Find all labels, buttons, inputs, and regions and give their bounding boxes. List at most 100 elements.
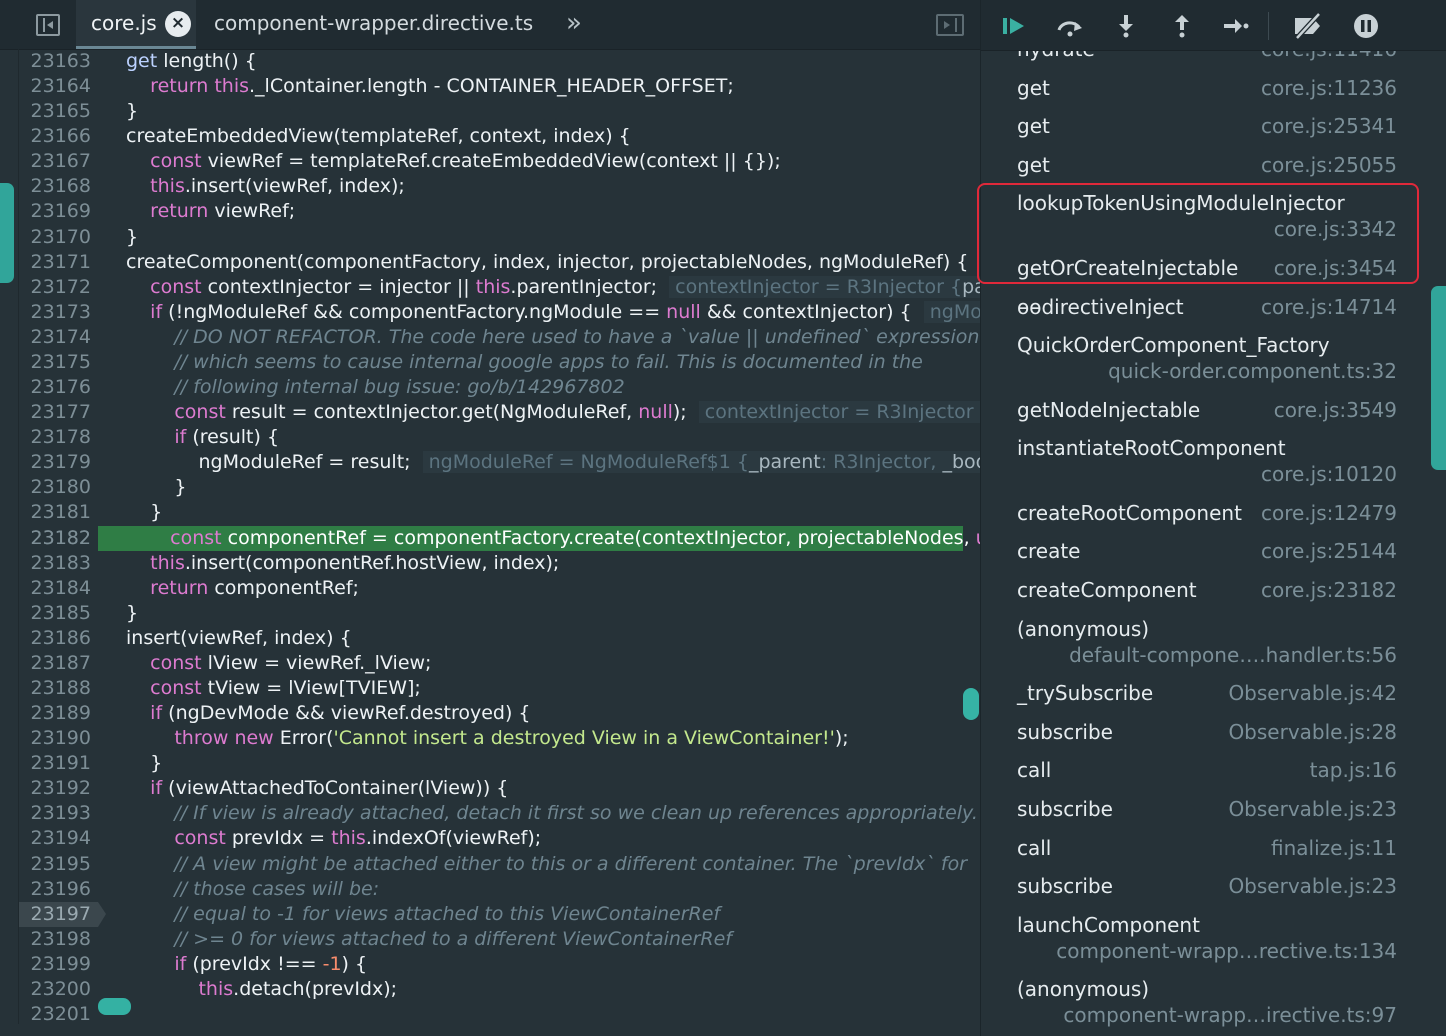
- line-number[interactable]: 23177: [0, 400, 91, 425]
- sidebar-toggle-icon[interactable]: [36, 14, 60, 36]
- frame-location-link[interactable]: core.js:25341: [1261, 114, 1397, 138]
- code-line[interactable]: 23194 const prevIdx = this.indexOf(viewR…: [0, 826, 980, 851]
- line-number[interactable]: 23197: [0, 902, 91, 927]
- call-stack-frame[interactable]: ɵɵdirectiveInject core.js:14714: [981, 295, 1421, 329]
- resume-icon[interactable]: [999, 12, 1029, 40]
- frame-location-link[interactable]: core.js:10120: [1261, 462, 1397, 486]
- line-number[interactable]: 23196: [0, 877, 91, 902]
- tab-component-wrapper[interactable]: component-wrapper.directive.ts: [214, 0, 533, 49]
- call-stack-frame[interactable]: _trySubscribe Observable.js:42: [981, 681, 1421, 715]
- code-line[interactable]: 23173 if (!ngModuleRef && componentFacto…: [0, 300, 980, 325]
- line-number[interactable]: 23166: [0, 124, 91, 149]
- call-stack-frame[interactable]: (anonymous) component-wrapp…irective.ts:9…: [981, 977, 1421, 1036]
- call-stack-scrollbar-thumb[interactable]: [1431, 286, 1446, 470]
- call-stack-frame[interactable]: instantiateRootComponent core.js:10120: [981, 436, 1421, 496]
- call-stack-frame[interactable]: QuickOrderComponent_Factory quick-order.c…: [981, 333, 1421, 393]
- code-line[interactable]: 23171 createComponent(componentFactory, i…: [0, 250, 980, 275]
- code-line[interactable]: 23195 // A view might be attached either…: [0, 852, 980, 877]
- line-number[interactable]: 23163: [0, 49, 91, 74]
- line-number[interactable]: 23184: [0, 576, 91, 601]
- code-line[interactable]: 23190 throw new Error('Cannot insert a d…: [0, 726, 980, 751]
- line-number[interactable]: 23194: [0, 826, 91, 851]
- more-tabs-icon[interactable]: »: [566, 8, 582, 38]
- line-number[interactable]: 23200: [0, 977, 91, 1002]
- line-number[interactable]: 23179: [0, 450, 91, 475]
- frame-location-link[interactable]: core.js:25055: [1261, 153, 1397, 177]
- close-icon[interactable]: ×: [165, 11, 191, 37]
- minimap-scroll-marker[interactable]: [0, 183, 14, 283]
- call-stack-frame[interactable]: create core.js:25144: [981, 539, 1421, 573]
- code-line[interactable]: 23178 if (result) {: [0, 425, 980, 450]
- code-line[interactable]: 23181 }: [0, 500, 980, 525]
- frame-location-link[interactable]: core.js:3549: [1274, 398, 1397, 422]
- call-stack-frame[interactable]: call finalize.js:11: [981, 836, 1421, 870]
- call-stack-frame[interactable]: createComponent core.js:23182: [981, 578, 1421, 612]
- code-line[interactable]: 23189 if (ngDevMode && viewRef.destroyed…: [0, 701, 980, 726]
- code-line[interactable]: 23167 const viewRef = templateRef.create…: [0, 149, 980, 174]
- code-line[interactable]: 23170}: [0, 225, 980, 250]
- line-number[interactable]: 23187: [0, 651, 91, 676]
- line-number[interactable]: 23189: [0, 701, 91, 726]
- code-line[interactable]: 23183 this.insert(componentRef.hostView,…: [0, 551, 980, 576]
- line-number[interactable]: 23183: [0, 551, 91, 576]
- code-line[interactable]: 23200 this.detach(prevIdx);: [0, 977, 980, 1002]
- frame-location-link[interactable]: Observable.js:28: [1228, 720, 1397, 744]
- line-number[interactable]: 23185: [0, 601, 91, 626]
- code-line[interactable]: 23179 ngModuleRef = result; ngModuleRef …: [0, 450, 980, 475]
- line-number[interactable]: 23176: [0, 375, 91, 400]
- code-line[interactable]: 23185}: [0, 601, 980, 626]
- frame-location-link[interactable]: default-compone….handler.ts:56: [1069, 643, 1397, 667]
- frame-location-link[interactable]: Observable.js:42: [1228, 681, 1397, 705]
- step-icon[interactable]: [1221, 12, 1251, 40]
- frame-location-link[interactable]: Observable.js:23: [1228, 874, 1397, 898]
- line-number[interactable]: 23186: [0, 626, 91, 651]
- frame-location-link[interactable]: component-wrapp…rective.ts:134: [1056, 939, 1397, 963]
- line-number[interactable]: 23192: [0, 776, 91, 801]
- line-number[interactable]: 23188: [0, 676, 91, 701]
- code-line[interactable]: 23168 this.insert(viewRef, index);: [0, 174, 980, 199]
- code-line[interactable]: 23169 return viewRef;: [0, 199, 980, 224]
- code-area[interactable]: 23163 get length() {23164 return this._lC…: [0, 49, 980, 1036]
- line-number[interactable]: 23193: [0, 801, 91, 826]
- frame-location-link[interactable]: quick-order.component.ts:32: [1108, 359, 1397, 383]
- tab-core-js[interactable]: core.js ×: [76, 0, 196, 49]
- line-number[interactable]: 23167: [0, 149, 91, 174]
- code-line[interactable]: 23193 // If view is already attached, de…: [0, 801, 980, 826]
- frame-location-link[interactable]: core.js:14714: [1261, 295, 1397, 319]
- code-line[interactable]: 23187 const lView = viewRef._lView;: [0, 651, 980, 676]
- frame-location-link[interactable]: core.js:12479: [1261, 501, 1397, 525]
- deactivate-breakpoints-icon[interactable]: [1291, 12, 1321, 40]
- horizontal-scrollbar-thumb[interactable]: [98, 998, 131, 1015]
- code-line[interactable]: 23163 get length() {: [0, 49, 980, 74]
- line-number[interactable]: 23173: [0, 300, 91, 325]
- frame-location-link[interactable]: component-wrapp…irective.ts:97: [1063, 1003, 1397, 1027]
- frame-location-link[interactable]: core.js:23182: [1261, 578, 1397, 602]
- toggle-debugger-icon[interactable]: [936, 14, 964, 36]
- code-line[interactable]: 23165}: [0, 99, 980, 124]
- call-stack-frame[interactable]: launchComponent component-wrapp…rective.t…: [981, 913, 1421, 973]
- frame-location-link[interactable]: finalize.js:11: [1271, 836, 1397, 860]
- call-stack-frame[interactable]: getNodeInjectable core.js:3549: [981, 398, 1421, 432]
- code-line[interactable]: 23191 }: [0, 751, 980, 776]
- line-number[interactable]: 23164: [0, 74, 91, 99]
- code-line[interactable]: 23175 // which seems to cause internal g…: [0, 350, 980, 375]
- line-number[interactable]: 23199: [0, 952, 91, 977]
- code-line[interactable]: 23197 // equal to -1 for views attached …: [0, 901, 980, 927]
- vertical-scrollbar-thumb[interactable]: [963, 688, 979, 720]
- step-over-icon[interactable]: [1055, 12, 1085, 40]
- code-line[interactable]: 23182 const componentRef = componentFact…: [31, 525, 980, 551]
- frame-location-link[interactable]: core.js:11236: [1261, 76, 1397, 100]
- code-line[interactable]: 23198 // >= 0 for views attached to a di…: [0, 927, 980, 952]
- call-stack-frame[interactable]: call tap.js:16: [981, 758, 1421, 792]
- call-stack-frame[interactable]: get core.js:25341: [981, 114, 1421, 148]
- code-line[interactable]: 23184 return componentRef;: [0, 576, 980, 601]
- pause-on-exceptions-icon[interactable]: [1351, 12, 1381, 40]
- code-line[interactable]: 23164 return this._lContainer.length - C…: [0, 74, 980, 99]
- step-out-icon[interactable]: [1167, 12, 1197, 40]
- code-line[interactable]: 23174 // DO NOT REFACTOR. The code here …: [0, 325, 980, 350]
- line-number[interactable]: 23174: [0, 325, 91, 350]
- code-line[interactable]: 23186 insert(viewRef, index) {: [0, 626, 980, 651]
- code-line[interactable]: 23166 createEmbeddedView(templateRef, con…: [0, 124, 980, 149]
- line-number[interactable]: 23172: [0, 275, 91, 300]
- line-number[interactable]: 23165: [0, 99, 91, 124]
